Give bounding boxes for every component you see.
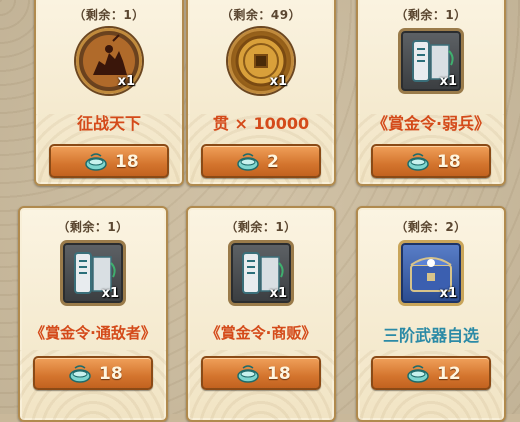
bounty-scroll-icon: x1	[60, 240, 126, 306]
bounty-scroll-icon: x1	[228, 240, 294, 306]
buy-button[interactable]: 2	[201, 144, 321, 178]
remaining-count: （剩余：49）	[220, 8, 302, 22]
bounty-scroll-icon: x1	[398, 28, 464, 94]
jade-bowl-icon	[69, 365, 91, 383]
item-quantity: x1	[269, 74, 287, 89]
buy-button[interactable]: 18	[371, 144, 491, 178]
coin-icon: x1	[228, 28, 294, 94]
item-quantity: x1	[439, 74, 457, 89]
shop-grid: （剩余：1） x1 征战天下 18 （剩余：49） x1 贯 × 10000 2…	[0, 0, 520, 422]
jade-bowl-icon	[407, 365, 429, 383]
price-value: 12	[437, 364, 461, 384]
shop-item-card[interactable]: （剩余：1） x1 《賞金令·商贩》 18	[186, 206, 336, 422]
buy-button[interactable]: 12	[371, 356, 491, 390]
jade-bowl-icon	[237, 365, 259, 383]
price-value: 18	[99, 364, 123, 384]
price-value: 18	[115, 152, 139, 172]
item-name: 贯 × 10000	[212, 114, 310, 133]
buy-button[interactable]: 18	[201, 356, 321, 390]
shop-item-card[interactable]: （剩余：1） x1 征战天下 18	[34, 0, 184, 186]
item-quantity: x1	[439, 286, 457, 301]
war-rider-icon: x1	[76, 28, 142, 94]
jade-bowl-icon	[85, 153, 107, 171]
price-value: 2	[267, 152, 279, 172]
jade-bowl-icon	[407, 153, 429, 171]
remaining-count: （剩余：1）	[73, 8, 145, 22]
item-name: 《賞金令·商贩》	[205, 324, 317, 342]
shop-item-card[interactable]: （剩余：1） x1 《賞金令·弱兵》 18	[356, 0, 506, 186]
item-quantity: x1	[117, 74, 135, 89]
price-value: 18	[267, 364, 291, 384]
remaining-count: （剩余：2）	[395, 220, 467, 234]
item-name: 《賞金令·弱兵》	[371, 114, 491, 133]
item-quantity: x1	[101, 286, 119, 301]
remaining-count: （剩余：1）	[395, 8, 467, 22]
item-name: 《賞金令·通敌者》	[30, 324, 156, 342]
remaining-count: （剩余：1）	[57, 220, 129, 234]
treasure-chest-icon: x1	[398, 240, 464, 306]
shop-item-card[interactable]: （剩余：1） x1 《賞金令·通敌者》 18	[18, 206, 168, 422]
item-name: 征战天下	[76, 114, 141, 133]
shop-item-card[interactable]: （剩余：49） x1 贯 × 10000 2	[186, 0, 336, 186]
jade-bowl-icon	[237, 153, 259, 171]
item-quantity: x1	[269, 286, 287, 301]
item-name: 三阶武器自选	[382, 326, 479, 345]
remaining-count: （剩余：1）	[225, 220, 297, 234]
buy-button[interactable]: 18	[49, 144, 169, 178]
buy-button[interactable]: 18	[33, 356, 153, 390]
price-value: 18	[437, 152, 461, 172]
shop-item-card[interactable]: （剩余：2） x1 三阶武器自选 12	[356, 206, 506, 422]
